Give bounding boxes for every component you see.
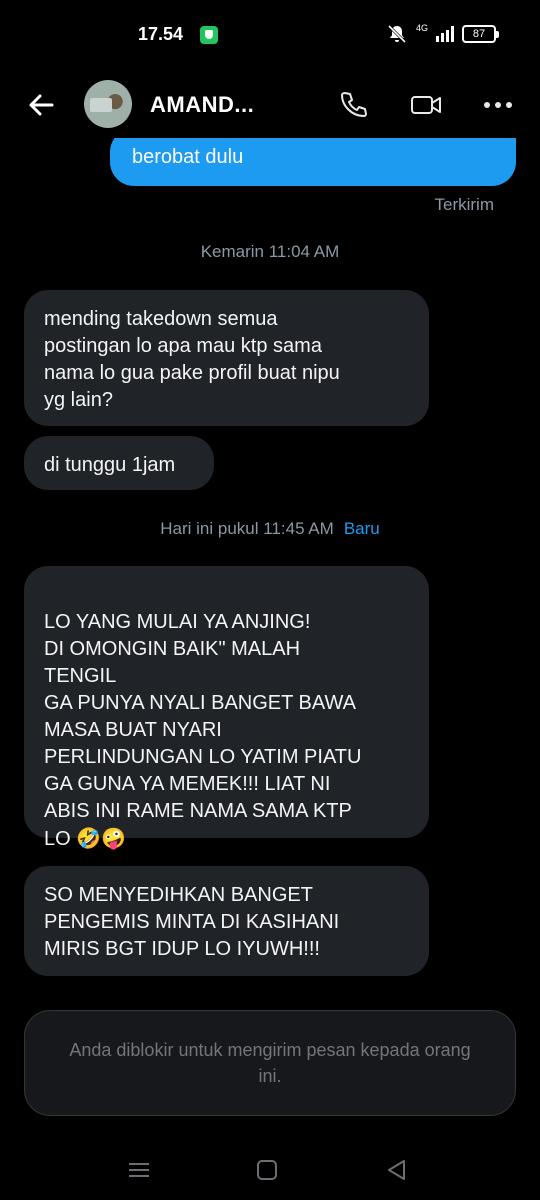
contact-name[interactable]: AMAND... (150, 92, 254, 118)
conversation-header: AMAND... (0, 72, 540, 138)
outgoing-message[interactable]: berobat dulu (110, 138, 516, 186)
shield-icon (200, 26, 218, 44)
message-list[interactable]: berobat dulu Terkirim Kemarin 11:04 AM m… (0, 138, 540, 1008)
mute-bell-icon (387, 24, 407, 44)
recent-apps-icon[interactable] (124, 1156, 154, 1184)
home-icon[interactable] (252, 1156, 282, 1184)
incoming-message[interactable]: LO YANG MULAI YA ANJING! DI OMONGIN BAIK… (24, 566, 429, 850)
sent-status: Terkirim (434, 195, 495, 214)
more-icon[interactable] (482, 90, 514, 120)
video-icon[interactable] (410, 90, 444, 120)
timestamp-text: Hari ini pukul 11:45 AM (160, 519, 334, 538)
new-label: Baru (343, 519, 380, 538)
system-nav-bar (0, 1140, 540, 1200)
status-bar: 17.54 4G 87 (0, 0, 540, 72)
back-arrow-icon[interactable] (24, 88, 58, 122)
battery-icon: 87 (462, 25, 499, 43)
blocked-notice: Anda diblokir untuk mengirim pesan kepad… (24, 1010, 516, 1116)
incoming-message[interactable]: SO MENYEDIHKAN BANGET PENGEMIS MINTA DI … (24, 866, 429, 976)
blocked-text: Anda diblokir untuk mengirim pesan kepad… (69, 1040, 471, 1086)
incoming-message[interactable]: mending takedown semua postingan lo apa … (24, 290, 429, 426)
status-time: 17.54 (138, 24, 184, 44)
timestamp-separator: Kemarin 11:04 AM (200, 242, 340, 261)
status-icons: 4G 87 (386, 22, 499, 44)
message-text: LO YANG MULAI YA ANJING! DI OMONGIN BAIK… (44, 611, 362, 850)
avatar[interactable] (84, 80, 132, 128)
signal-icon (436, 26, 454, 42)
back-icon[interactable] (382, 1156, 412, 1184)
incoming-message[interactable]: di tunggu 1jam (24, 436, 214, 490)
phone-icon[interactable] (338, 90, 368, 120)
emoji: 🤣🤪 (76, 826, 127, 850)
network-type: 4G (415, 22, 428, 33)
timestamp-separator: Hari ini pukul 11:45 AM Baru (0, 519, 540, 539)
